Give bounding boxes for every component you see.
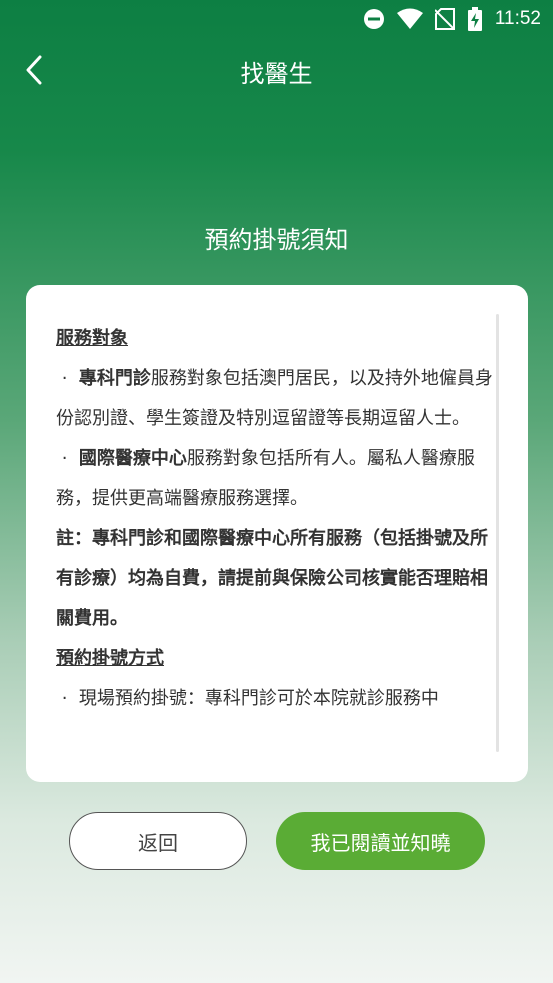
bullet-specialist: · 專科門診服務對象包括澳門居民，以及持外地僱員身份認別證、學生簽證及特別逗留證… (56, 368, 493, 429)
confirm-read-button[interactable]: 我已閱讀並知曉 (276, 812, 485, 870)
section-title-booking-methods: 預約掛號方式 (56, 648, 164, 669)
wifi-icon (396, 8, 423, 30)
scrollbar[interactable] (496, 314, 499, 752)
no-sim-icon (434, 8, 455, 30)
page-title: 找醫生 (240, 60, 313, 88)
bullet-onsite-booking: · 現場預約掛號：專科門診可於本院就診服務中 (61, 688, 439, 709)
do-not-disturb-icon (363, 8, 385, 30)
battery-charging-icon (467, 7, 483, 31)
section-title-service-target: 服務對象 (56, 328, 128, 349)
status-time: 11:52 (494, 8, 541, 29)
notice-card[interactable]: 服務對象 · 專科門診服務對象包括澳門居民，以及持外地僱員身份認別證、學生簽證及… (26, 285, 528, 782)
bullet-international: · 國際醫療中心服務對象包括所有人。屬私人醫療服務，提供更高端醫療服務選擇。 (56, 448, 475, 509)
notice-heading: 預約掛號須知 (204, 226, 349, 254)
status-bar: 11:52 (0, 0, 553, 38)
top-app-bar: 找醫生 (0, 38, 553, 102)
return-button[interactable]: 返回 (69, 812, 247, 870)
notice-content: 服務對象 · 專科門診服務對象包括澳門居民，以及持外地僱員身份認別證、學生簽證及… (56, 319, 496, 719)
self-pay-note: 註：專科門診和國際醫療中心所有服務（包括掛號及所有診療）均為自費，請提前與保險公… (56, 528, 488, 629)
